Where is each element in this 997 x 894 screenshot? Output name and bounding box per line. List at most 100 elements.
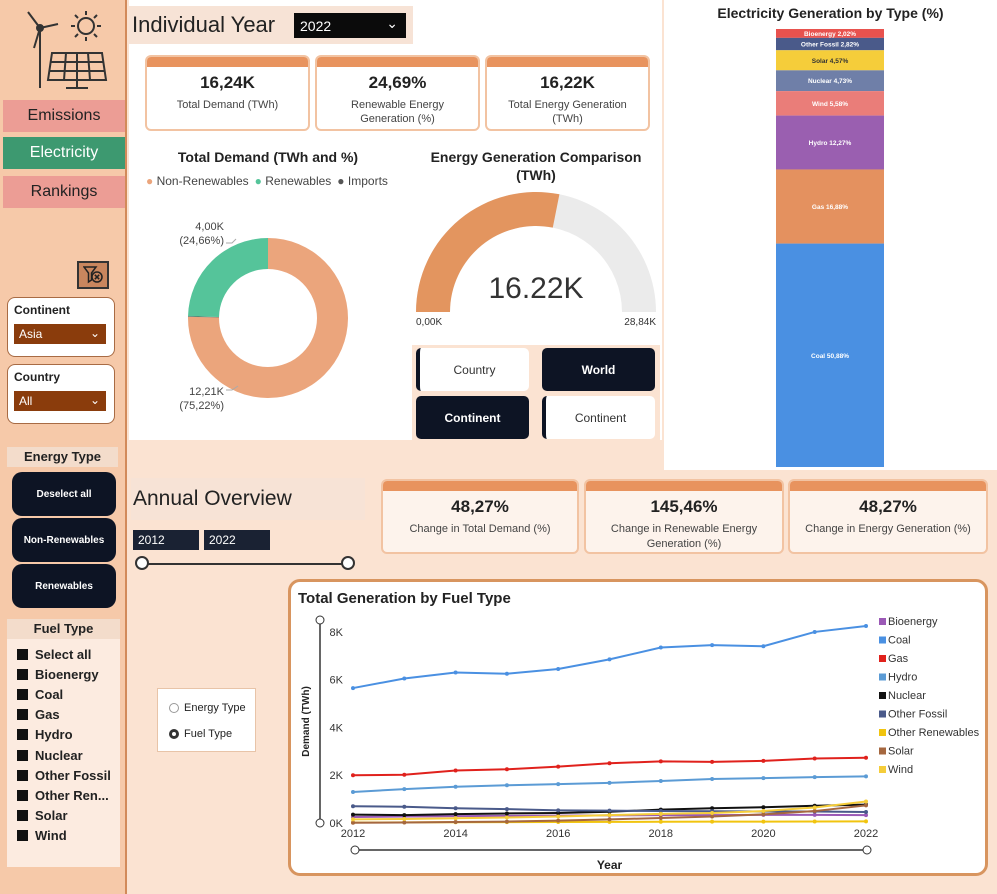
data-point[interactable] xyxy=(761,819,766,824)
data-point[interactable] xyxy=(351,817,355,822)
data-point[interactable] xyxy=(864,755,868,760)
data-point[interactable] xyxy=(351,789,355,794)
data-point[interactable] xyxy=(453,768,458,773)
legend-item-imports[interactable]: ● Imports xyxy=(337,174,388,188)
data-point[interactable] xyxy=(812,756,817,761)
y-scroll-handle-bottom[interactable] xyxy=(315,818,325,828)
series-line[interactable] xyxy=(352,756,867,777)
fuel-item-other-renewables[interactable]: Other Ren... xyxy=(17,788,109,803)
data-point[interactable] xyxy=(761,805,766,810)
data-point[interactable] xyxy=(504,811,509,816)
x-scroll-handle-right[interactable] xyxy=(862,845,872,855)
radio-fuel-type[interactable]: Fuel Type xyxy=(169,728,232,740)
data-point[interactable] xyxy=(607,780,612,785)
toggle-country[interactable]: Country xyxy=(416,348,529,391)
data-point[interactable] xyxy=(504,671,509,676)
data-point[interactable] xyxy=(658,759,663,764)
legend-label[interactable]: Nuclear xyxy=(888,690,926,702)
fuel-item-solar[interactable]: Solar xyxy=(17,808,68,823)
data-point[interactable] xyxy=(351,773,355,778)
data-point[interactable] xyxy=(351,686,355,691)
fuel-item-bioenergy[interactable]: Bioenergy xyxy=(17,667,99,682)
data-point[interactable] xyxy=(556,666,561,671)
data-point[interactable] xyxy=(351,804,355,809)
data-point[interactable] xyxy=(504,767,509,772)
legend-label[interactable]: Other Renewables xyxy=(888,727,980,739)
data-point[interactable] xyxy=(453,784,458,789)
toggle-world[interactable]: World xyxy=(542,348,655,391)
data-point[interactable] xyxy=(402,676,407,681)
legend-label[interactable]: Other Fossil xyxy=(888,709,947,721)
clear-filters-button[interactable] xyxy=(77,261,109,289)
data-point[interactable] xyxy=(607,761,612,766)
fuel-item-coal[interactable]: Coal xyxy=(17,687,63,702)
nav-electricity[interactable]: Electricity xyxy=(3,137,125,169)
data-point[interactable] xyxy=(864,803,868,808)
toggle-continent[interactable]: Continent xyxy=(416,396,529,439)
data-point[interactable] xyxy=(761,809,766,814)
range-slider-handle-start[interactable] xyxy=(135,556,149,570)
donut-slice-renewables[interactable] xyxy=(188,238,268,317)
nav-emissions[interactable]: Emissions xyxy=(3,100,125,132)
series-line[interactable] xyxy=(352,624,867,690)
data-point[interactable] xyxy=(556,818,561,823)
data-point[interactable] xyxy=(453,820,458,825)
data-point[interactable] xyxy=(710,819,715,824)
fuel-item-wind[interactable]: Wind xyxy=(17,828,67,843)
data-point[interactable] xyxy=(453,670,458,675)
year-dropdown[interactable]: 2022 ⌄ xyxy=(294,13,406,38)
data-point[interactable] xyxy=(864,623,868,628)
data-point[interactable] xyxy=(812,775,817,780)
fuel-item-hydro[interactable]: Hydro xyxy=(17,727,73,742)
data-point[interactable] xyxy=(556,808,561,813)
data-point[interactable] xyxy=(658,811,663,816)
data-point[interactable] xyxy=(402,772,407,777)
data-point[interactable] xyxy=(864,774,868,779)
fuel-item-gas[interactable]: Gas xyxy=(17,707,60,722)
data-point[interactable] xyxy=(864,819,868,824)
renewables-button[interactable]: Renewables xyxy=(12,564,116,608)
non-renewables-button[interactable]: Non-Renewables xyxy=(12,518,116,562)
legend-label[interactable]: Gas xyxy=(888,653,909,665)
continent-dropdown[interactable]: Asia ⌄ xyxy=(14,324,106,344)
data-point[interactable] xyxy=(864,810,868,815)
data-point[interactable] xyxy=(761,644,766,649)
legend-label[interactable]: Solar xyxy=(888,746,914,758)
data-point[interactable] xyxy=(812,819,817,824)
y-scroll-handle-top[interactable] xyxy=(315,615,325,625)
country-dropdown[interactable]: All ⌄ xyxy=(14,391,106,411)
data-point[interactable] xyxy=(556,814,561,819)
data-point[interactable] xyxy=(710,643,715,648)
legend-label[interactable]: Wind xyxy=(888,764,913,776)
data-point[interactable] xyxy=(607,808,612,813)
data-point[interactable] xyxy=(658,645,663,650)
nav-rankings[interactable]: Rankings xyxy=(3,176,125,208)
data-point[interactable] xyxy=(504,815,509,820)
data-point[interactable] xyxy=(402,787,407,792)
data-point[interactable] xyxy=(761,758,766,763)
data-point[interactable] xyxy=(402,820,407,825)
data-point[interactable] xyxy=(504,807,509,812)
data-point[interactable] xyxy=(453,806,458,811)
data-point[interactable] xyxy=(607,813,612,818)
data-point[interactable] xyxy=(710,777,715,782)
range-slider-handle-end[interactable] xyxy=(341,556,355,570)
data-point[interactable] xyxy=(658,815,663,820)
data-point[interactable] xyxy=(812,805,817,810)
deselect-all-button[interactable]: Deselect all xyxy=(12,472,116,516)
toggle-continent-alt[interactable]: Continent xyxy=(542,396,655,439)
data-point[interactable] xyxy=(351,812,355,817)
data-point[interactable] xyxy=(658,819,663,824)
range-end-input[interactable]: 2022 xyxy=(204,530,270,550)
data-point[interactable] xyxy=(710,814,715,819)
data-point[interactable] xyxy=(402,816,407,821)
legend-label[interactable]: Bioenergy xyxy=(888,616,938,628)
data-point[interactable] xyxy=(864,799,868,804)
data-point[interactable] xyxy=(812,629,817,634)
data-point[interactable] xyxy=(402,813,407,818)
data-point[interactable] xyxy=(453,816,458,821)
legend-label[interactable]: Coal xyxy=(888,635,911,647)
data-point[interactable] xyxy=(504,819,509,824)
data-point[interactable] xyxy=(710,759,715,764)
data-point[interactable] xyxy=(556,764,561,769)
